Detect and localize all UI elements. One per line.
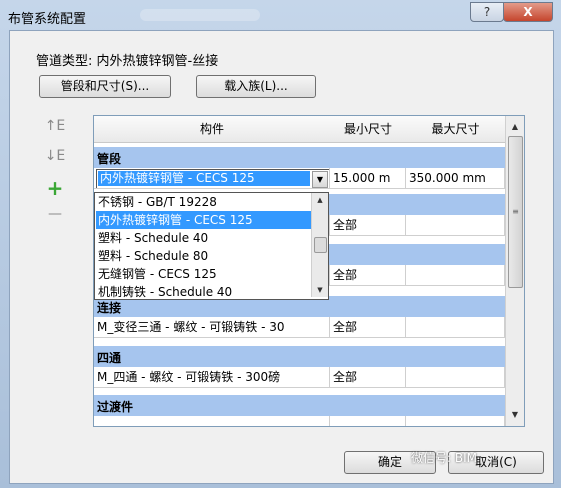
scroll-thumb[interactable] (314, 237, 327, 253)
close-button[interactable]: X (503, 2, 553, 22)
dropdown-option[interactable]: 无缝钢管 - CECS 125 (96, 265, 311, 283)
segment-cell[interactable]: 内外热镀锌钢管 - CECS 125 ▼ (94, 168, 330, 189)
min-size-cell[interactable] (330, 416, 406, 426)
table-row: M_变径三通 - 螺纹 - 可锻铸铁 - 30 全部 (94, 317, 505, 338)
dropdown-option[interactable]: 塑料 - Schedule 40 (96, 229, 311, 247)
grid-scrollbar[interactable]: ▲ ≡ ▼ (505, 116, 524, 426)
max-size-cell[interactable] (406, 416, 505, 426)
title-blur (140, 9, 260, 21)
scroll-down-icon[interactable]: ▼ (506, 407, 524, 423)
min-size-cell[interactable]: 全部 (330, 265, 406, 286)
dropdown-option-selected[interactable]: 内外热镀锌钢管 - CECS 125 (96, 211, 311, 229)
help-button[interactable]: ? (470, 2, 504, 22)
dropdown-option[interactable]: 不锈钢 - GB/T 19228 (96, 193, 311, 211)
scroll-up-icon[interactable]: ▲ (506, 119, 524, 135)
component-cell[interactable]: M_四通 - 螺纹 - 可锻铸铁 - 300磅 (94, 367, 330, 388)
min-size-cell[interactable]: 全部 (330, 317, 406, 338)
max-size-cell[interactable] (406, 317, 505, 338)
title-bar: 布管系统配置 ? X (0, 0, 561, 30)
watermark-label: 微信号: BIM (411, 451, 477, 465)
dropdown-option[interactable]: 机制铸铁 - Schedule 40 (96, 283, 311, 299)
component-cell[interactable] (94, 416, 330, 426)
min-size-cell[interactable]: 全部 (330, 215, 406, 236)
combo-selected-value: 内外热镀锌钢管 - CECS 125 (98, 171, 310, 186)
max-size-cell[interactable] (406, 215, 505, 236)
scroll-down-icon[interactable]: ▼ (312, 283, 328, 297)
header-min-size: 最小尺寸 (330, 116, 407, 143)
max-size-cell[interactable]: 350.000 mm (406, 168, 505, 189)
max-size-cell[interactable] (406, 265, 505, 286)
section-label: 过渡件 (97, 400, 134, 414)
dropdown-scrollbar[interactable]: ▲ ▼ (311, 193, 328, 297)
section-cross: 四通 (94, 346, 505, 367)
min-size-cell[interactable]: 15.000 m (330, 168, 406, 189)
header-component: 构件 (94, 116, 331, 143)
min-size-cell[interactable]: 全部 (330, 367, 406, 388)
add-icon[interactable]: + (44, 176, 66, 200)
chevron-down-icon[interactable]: ▼ (312, 171, 328, 188)
section-label: 连接 (97, 301, 122, 315)
component-cell[interactable]: M_变径三通 - 螺纹 - 可锻铸铁 - 30 (94, 317, 330, 338)
section-pipe-segment: 管段 (94, 147, 505, 168)
segments-and-sizes-button[interactable]: 管段和尺寸(S)... (39, 75, 171, 98)
header-max-size: 最大尺寸 (406, 116, 506, 143)
scroll-up-icon[interactable]: ▲ (312, 193, 328, 207)
move-down-icon[interactable]: ↓E (44, 148, 66, 164)
table-row (94, 416, 505, 426)
dropdown-option[interactable]: 塑料 - Schedule 80 (96, 247, 311, 265)
section-label: 四通 (97, 351, 122, 365)
section-transition: 过渡件 (94, 395, 505, 416)
dialog-title: 布管系统配置 (8, 12, 87, 27)
remove-icon[interactable]: — (44, 206, 66, 222)
segment-combobox[interactable]: 内外热镀锌钢管 - CECS 125 ▼ (96, 169, 329, 188)
dialog-window: 布管系统配置 ? X 管道类型: 内外热镀锌钢管-丝接 管段和尺寸(S)... … (0, 0, 561, 488)
move-up-icon[interactable]: ↑E (44, 118, 66, 134)
table-row: M_四通 - 螺纹 - 可锻铸铁 - 300磅 全部 (94, 367, 505, 388)
section-label: 管段 (97, 152, 122, 166)
segment-dropdown-list: 不锈钢 - GB/T 19228 内外热镀锌钢管 - CECS 125 塑料 -… (94, 192, 329, 300)
max-size-cell[interactable] (406, 367, 505, 388)
scroll-thumb[interactable]: ≡ (508, 136, 523, 288)
table-row: 内外热镀锌钢管 - CECS 125 ▼ 15.000 m 350.000 mm (94, 168, 505, 189)
load-family-button[interactable]: 载入族(L)... (196, 75, 316, 98)
pipe-type-label: 管道类型: 内外热镀锌钢管-丝接 (36, 54, 219, 69)
